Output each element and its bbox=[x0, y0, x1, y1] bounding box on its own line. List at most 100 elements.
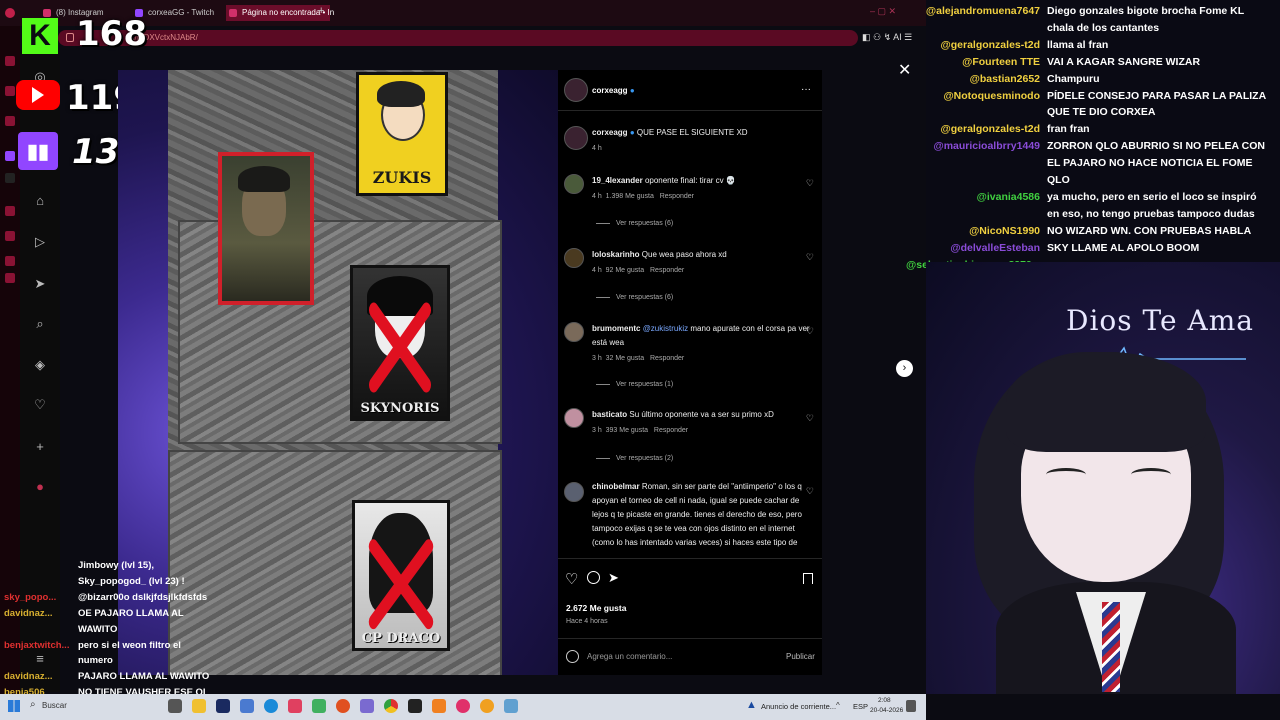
caption-author[interactable]: corxeagg bbox=[592, 128, 628, 137]
view-replies-button[interactable]: Ver respuestas (1) bbox=[596, 381, 673, 388]
tray-chevron-icon[interactable]: ^ bbox=[836, 701, 840, 710]
chrome-icon[interactable] bbox=[384, 699, 398, 713]
chat-username[interactable]: @ivania4586 bbox=[977, 189, 1040, 206]
app-icon[interactable] bbox=[288, 699, 302, 713]
tab-twitch[interactable]: corxeaGG - Twitch bbox=[132, 5, 238, 21]
comment-user[interactable]: chinobelmar bbox=[592, 482, 640, 491]
app-icon[interactable] bbox=[360, 699, 374, 713]
clock-time[interactable]: 2:08 bbox=[878, 697, 891, 704]
save-icon[interactable] bbox=[803, 573, 813, 584]
sidebar-icon[interactable] bbox=[5, 231, 15, 241]
comment-likes[interactable]: 393 Me gusta bbox=[606, 427, 648, 434]
taskbar-search[interactable]: Buscar bbox=[42, 701, 67, 710]
view-replies-button[interactable]: Ver respuestas (2) bbox=[596, 455, 673, 462]
tab-instagram-post[interactable]: Página no encontrada • In bbox=[226, 5, 334, 21]
reels-icon[interactable]: ▷ bbox=[33, 235, 47, 249]
profile-icon[interactable]: ● bbox=[33, 480, 47, 494]
chat-username[interactable]: @Notoquesminodo bbox=[943, 88, 1040, 105]
task-view-icon[interactable] bbox=[168, 699, 182, 713]
comment-user[interactable]: basticato bbox=[592, 410, 627, 419]
view-replies-button[interactable]: Ver respuestas (6) bbox=[596, 220, 673, 227]
new-tab-icon[interactable]: + bbox=[318, 5, 324, 17]
publish-button[interactable]: Publicar bbox=[786, 652, 815, 661]
browser-logo-icon[interactable] bbox=[5, 8, 15, 18]
comment-icon[interactable] bbox=[587, 571, 600, 584]
comment-avatar[interactable] bbox=[564, 174, 584, 194]
like-comment-icon[interactable]: ♡ bbox=[806, 326, 814, 337]
sidebar-icon[interactable] bbox=[5, 206, 15, 216]
app-icon[interactable] bbox=[240, 699, 254, 713]
twitch-icon[interactable] bbox=[5, 151, 15, 161]
sidebar-icon[interactable] bbox=[5, 256, 15, 266]
app-icon[interactable] bbox=[336, 699, 350, 713]
send-icon[interactable]: ➤ bbox=[33, 277, 47, 291]
app-icon[interactable] bbox=[408, 699, 422, 713]
comment-avatar[interactable] bbox=[564, 408, 584, 428]
notification-icon[interactable] bbox=[906, 700, 916, 712]
sidebar-icon[interactable] bbox=[5, 56, 15, 66]
start-icon[interactable] bbox=[8, 700, 20, 712]
comment-likes[interactable]: 1.398 Me gusta bbox=[606, 193, 654, 200]
comment-input[interactable]: Agrega un comentario... bbox=[587, 652, 672, 661]
app-icon[interactable] bbox=[264, 699, 278, 713]
comment-user[interactable]: 19_4lexander bbox=[592, 176, 643, 185]
chat-username[interactable]: @bastian2652 bbox=[970, 71, 1040, 88]
chat-username[interactable]: @NicoNS1990 bbox=[969, 223, 1040, 240]
comment-avatar[interactable] bbox=[564, 322, 584, 342]
window-controls[interactable]: – ▢ ✕ bbox=[870, 6, 910, 18]
comment-user[interactable]: brumomentc bbox=[592, 324, 640, 333]
author-avatar[interactable] bbox=[564, 126, 588, 150]
sidebar-icon[interactable] bbox=[5, 273, 15, 283]
chat-username[interactable]: sky_popo... bbox=[4, 590, 74, 606]
sidebar-icon[interactable] bbox=[5, 86, 15, 96]
x-icon[interactable] bbox=[5, 173, 15, 183]
like-comment-icon[interactable]: ♡ bbox=[806, 178, 814, 189]
like-comment-icon[interactable]: ♡ bbox=[806, 486, 814, 497]
view-replies-button[interactable]: Ver respuestas (6) bbox=[596, 294, 673, 301]
chat-username[interactable]: @alejandromuena7647 bbox=[926, 3, 1040, 20]
comment-avatar[interactable] bbox=[564, 482, 584, 502]
chat-username[interactable]: @delvalleEsteban bbox=[950, 240, 1040, 257]
browser-toolbar-icons[interactable]: ◧ ⚇ ↯ AI ☰ bbox=[862, 32, 912, 43]
app-icon[interactable] bbox=[216, 699, 230, 713]
comment-mention[interactable]: @zukistrukiz bbox=[643, 324, 688, 333]
app-icon[interactable] bbox=[312, 699, 326, 713]
like-comment-icon[interactable]: ♡ bbox=[806, 252, 814, 263]
language-indicator[interactable]: ESP bbox=[853, 702, 868, 711]
more-options-icon[interactable]: ··· bbox=[801, 84, 811, 95]
post-likes[interactable]: 2.672 Me gusta bbox=[566, 603, 626, 613]
chat-username[interactable]: benjaxtwitch... bbox=[4, 638, 74, 654]
reply-button[interactable]: Responder bbox=[650, 355, 684, 362]
like-comment-icon[interactable]: ♡ bbox=[806, 413, 814, 424]
chat-username[interactable]: @geralgonzales-t2d bbox=[940, 37, 1040, 54]
next-post-button[interactable]: › bbox=[896, 360, 913, 377]
explore-icon[interactable]: ◈ bbox=[33, 358, 47, 372]
chat-username[interactable]: @geralgonzales-t2d bbox=[940, 121, 1040, 138]
reply-button[interactable]: Responder bbox=[660, 193, 694, 200]
reply-button[interactable]: Responder bbox=[654, 427, 688, 434]
chat-username[interactable]: @mauricioalbrry1449 bbox=[933, 138, 1040, 155]
sidebar-icon[interactable] bbox=[5, 116, 15, 126]
reply-button[interactable]: Responder bbox=[650, 267, 684, 274]
app-icon[interactable] bbox=[456, 699, 470, 713]
address-bar[interactable]: m/p/DXVctxNJAbR/ bbox=[58, 30, 858, 46]
close-modal-icon[interactable]: ✕ bbox=[898, 60, 911, 80]
chat-username[interactable]: davidnaz... bbox=[4, 669, 74, 685]
share-icon[interactable]: ➤ bbox=[608, 570, 619, 586]
comment-user[interactable]: loloskarinho bbox=[592, 250, 640, 259]
search-icon[interactable]: ⌕ bbox=[33, 317, 47, 331]
comment-likes[interactable]: 92 Me gusta bbox=[606, 267, 645, 274]
home-icon[interactable]: ⌂ bbox=[33, 194, 47, 208]
taskbar-notice[interactable]: Anuncio de corriente... bbox=[761, 702, 836, 711]
emoji-icon[interactable] bbox=[566, 650, 579, 663]
author-avatar[interactable] bbox=[564, 78, 588, 102]
app-icon[interactable] bbox=[192, 699, 206, 713]
post-author[interactable]: corxeagg ● bbox=[592, 86, 635, 95]
chat-username[interactable]: davidnaz... bbox=[4, 606, 74, 622]
notifications-icon[interactable]: ♡ bbox=[33, 398, 47, 412]
comment-likes[interactable]: 32 Me gusta bbox=[606, 355, 645, 362]
comment-avatar[interactable] bbox=[564, 248, 584, 268]
clock-date[interactable]: 20-04-2026 bbox=[870, 707, 903, 714]
like-post-icon[interactable]: ♡ bbox=[565, 570, 578, 588]
create-icon[interactable]: + bbox=[33, 440, 47, 454]
